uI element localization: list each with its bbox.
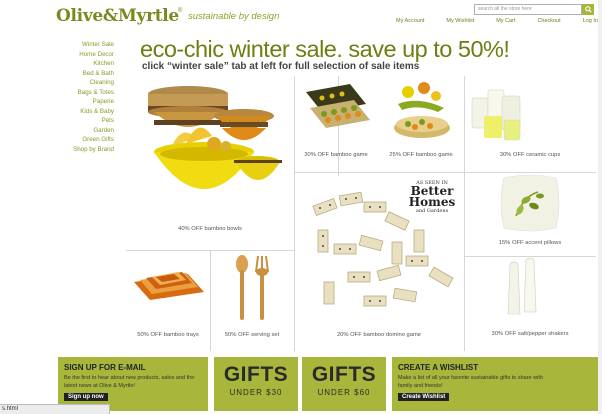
nav-item-cleaning[interactable]: Cleaning [60,78,114,88]
product-grid: 40% OFF bamboo bowls 30% OFF bamboo game… [126,76,596,351]
gifts-60-title: GIFTS [311,363,377,386]
wishlist-text: Make a list of all your favorite sustain… [398,375,543,389]
bamboo-trays-caption[interactable]: 50% OFF bamboo trays [126,332,210,338]
better-homes-badge: AS SEEN IN Better Homes and Gardens [408,180,456,214]
nav-item-home-decor[interactable]: Home Decor [60,50,114,60]
bamboo-game-2-image [394,82,450,138]
signup-text: Be the first to hear about new products,… [64,375,195,389]
nav-item-shop-by-brand[interactable]: Shop by Brand [60,145,114,155]
nav-item-bags-totes[interactable]: Bags & Totes [60,88,114,98]
bamboo-game-2-caption[interactable]: 25% OFF bamboo game [378,152,464,158]
product-bamboo-game[interactable]: 30% OFF bamboo game [294,76,378,172]
sale-headline: eco-chic winter sale. save up to 50%! [140,36,510,62]
product-bamboo-domino-game[interactable]: AS SEEN IN Better Homes and Gardens 20% … [294,172,464,351]
domino-game-caption[interactable]: 20% OFF bamboo domino game [294,332,464,338]
registered-mark: ® [178,8,183,14]
site-header: Olive&Myrtle ® sustainable by design sea… [0,0,602,32]
bamboo-game-image [306,84,370,128]
my-cart-link[interactable]: My Cart [496,18,515,24]
nav-item-kids-baby[interactable]: Kids & Baby [60,107,114,117]
window-scrollbar[interactable] [598,0,602,414]
browser-status-bar: s.html [0,404,110,414]
gifts-under-60-panel[interactable]: GIFTS UNDER $60 [302,357,386,411]
wishlist-title: CREATE A WISHLIST [398,363,479,372]
gifts-under-30-panel[interactable]: GIFTS UNDER $30 [214,357,298,411]
checkout-link[interactable]: Checkout [537,18,560,24]
nav-item-bed-bath[interactable]: Bed & Bath [60,69,114,79]
log-in-link[interactable]: Log In [583,18,598,24]
my-account-link[interactable]: My Account [396,18,424,24]
email-signup-panel: SIGN UP FOR E-MAIL Be the first to hear … [58,357,208,411]
product-ceramic-cups[interactable]: 30% OFF ceramic cups [464,76,596,172]
accent-pillow-image [500,174,560,232]
search-input[interactable]: search all the store here [474,4,582,15]
gifts-30-subtitle: UNDER $30 [229,388,283,397]
nav-item-kitchen[interactable]: Kitchen [60,59,114,69]
product-salt-pepper-shakers[interactable]: 30% OFF salt/pepper shakers [464,256,596,351]
nav-item-garden[interactable]: Garden [60,126,114,136]
sign-up-button[interactable]: Sign up now [64,393,108,401]
nav-item-paperie[interactable]: Paperie [60,97,114,107]
search-icon [584,6,592,13]
nav-item-pets[interactable]: Pets [60,116,114,126]
ceramic-cups-caption[interactable]: 30% OFF ceramic cups [464,152,596,158]
gifts-60-subtitle: UNDER $60 [317,388,371,397]
product-serving-set[interactable]: 50% OFF serving set [210,250,294,351]
product-bamboo-trays[interactable]: 50% OFF bamboo trays [126,250,210,351]
nav-item-winter-sale[interactable]: Winter Sale [60,40,114,50]
serving-set-image [236,255,269,320]
wishlist-panel: CREATE A WISHLIST Make a list of all you… [392,357,598,411]
serving-set-caption[interactable]: 50% OFF serving set [210,332,294,338]
product-bamboo-bowls[interactable]: 40% OFF bamboo bowls [126,76,294,250]
signup-title: SIGN UP FOR E-MAIL [64,363,146,372]
product-accent-pillows[interactable]: 15% OFF accent pillows [464,172,596,256]
bamboo-trays-image [134,272,204,300]
category-nav: Winter Sale Home Decor Kitchen Bed & Bat… [60,40,114,154]
bamboo-bowls-caption[interactable]: 40% OFF bamboo bowls [126,226,294,232]
nav-item-green-gifts[interactable]: Green Gifts [60,135,114,145]
account-links: My Account My Wishlist My Cart Checkout … [396,18,598,24]
bamboo-game-caption[interactable]: 30% OFF bamboo game [294,152,378,158]
ceramic-cups-image [471,89,521,141]
site-logo[interactable]: Olive&Myrtle [56,6,179,26]
site-tagline: sustainable by design [188,11,280,22]
gifts-30-title: GIFTS [223,363,289,386]
create-wishlist-button[interactable]: Create Wishlist [398,393,450,401]
product-bamboo-game-2[interactable]: 25% OFF bamboo game [378,76,464,172]
bamboo-bowls-image [148,86,282,189]
salt-pepper-image [507,257,537,315]
my-wishlist-link[interactable]: My Wishlist [446,18,474,24]
search-button[interactable] [582,4,594,15]
salt-pepper-caption[interactable]: 30% OFF salt/pepper shakers [474,330,586,338]
accent-pillows-caption[interactable]: 15% OFF accent pillows [464,240,596,246]
sale-subhead: click “winter sale” tab at left for full… [142,61,420,72]
